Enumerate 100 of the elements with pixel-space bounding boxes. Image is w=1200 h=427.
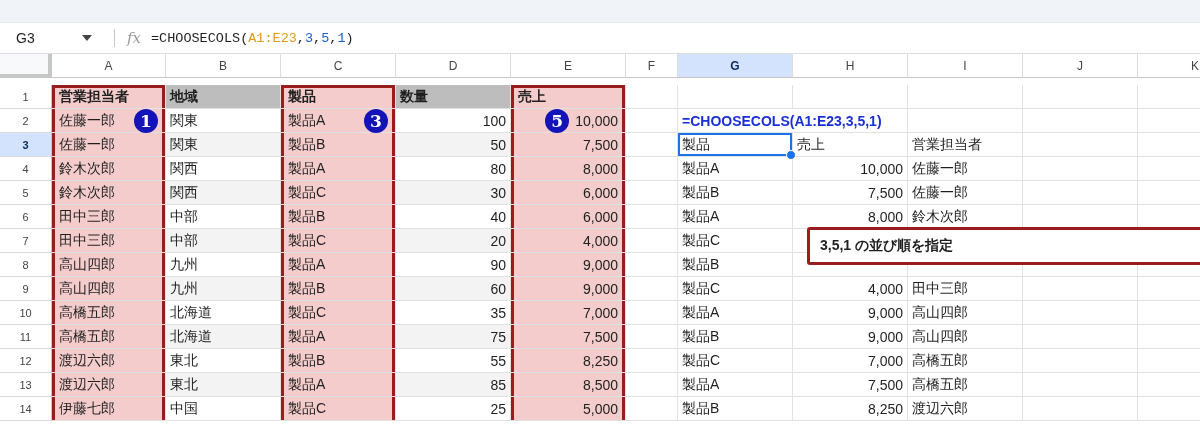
table-cell: 北海道 [166, 325, 281, 349]
table-cell: 製品 [281, 85, 396, 109]
table-cell: 高橋五郎 [52, 301, 166, 325]
table-cell: 中部 [166, 229, 281, 253]
table-cell: 高山四郎 [52, 253, 166, 277]
table-cell: 9,000 [793, 325, 908, 349]
table-cell: 9,000 [511, 277, 626, 301]
table-cell: 製品B [678, 397, 793, 421]
table-cell: 製品A [281, 157, 396, 181]
table-cell: 佐藤一郎 [52, 133, 166, 157]
table-cell: 製品B [281, 133, 396, 157]
table-cell: 85 [396, 373, 511, 397]
table-cell: 九州 [166, 277, 281, 301]
table-cell: 関東 [166, 133, 281, 157]
table-cell: 製品 [678, 133, 793, 157]
table-cell: 渡辺六郎 [52, 373, 166, 397]
table-cell: 佐藤一郎 [908, 157, 1023, 181]
table-cell: 製品B [678, 325, 793, 349]
column-header[interactable]: C [281, 54, 396, 78]
table-cell: 製品A 3 [281, 109, 396, 133]
table-cell: 製品A [281, 253, 396, 277]
table-cell: 4,000 [511, 229, 626, 253]
table-cell: 売上 [793, 133, 908, 157]
table-cell: 60 [396, 277, 511, 301]
callout-box: 3,5,1 の並び順を指定 [807, 227, 1200, 265]
table-cell: 9,000 [511, 253, 626, 277]
table-cell: 鈴木次郎 [52, 157, 166, 181]
table-cell: 8,250 [793, 397, 908, 421]
table-cell: 7,500 [511, 325, 626, 349]
table-cell: 製品A [678, 157, 793, 181]
table-cell: 東北 [166, 373, 281, 397]
column-header[interactable]: E [511, 54, 626, 78]
column-header[interactable]: B [166, 54, 281, 78]
table-cell: 伊藤七郎 [52, 397, 166, 421]
table-cell: 高山四郎 [52, 277, 166, 301]
table-cell: 製品C [678, 349, 793, 373]
table-cell: 7,500 [511, 133, 626, 157]
table-cell: 8,250 [511, 349, 626, 373]
table-cell: 鈴木次郎 [52, 181, 166, 205]
table-cell: 売上 [511, 85, 626, 109]
table-cell: 75 [396, 325, 511, 349]
column-header[interactable]: K [1138, 54, 1200, 78]
table-cell: 製品B [281, 349, 396, 373]
table-cell: 6,000 [511, 205, 626, 229]
name-box[interactable]: G3 [0, 30, 100, 46]
fill-handle[interactable] [786, 150, 796, 160]
table-cell: 高橋五郎 [52, 325, 166, 349]
table-cell: 製品A [678, 373, 793, 397]
table-cell: 7,500 [793, 373, 908, 397]
table-cell: 製品A [281, 373, 396, 397]
table-cell: 製品C [678, 277, 793, 301]
table-cell: 営業担当者 [52, 85, 166, 109]
table-cell: 高橋五郎 [908, 349, 1023, 373]
table-cell: 製品A [678, 301, 793, 325]
table-cell: 7,000 [793, 349, 908, 373]
table-cell: 製品C [281, 181, 396, 205]
table-cell: 製品C [281, 397, 396, 421]
column-header[interactable]: G [678, 54, 793, 78]
table-cell: 製品A [678, 205, 793, 229]
table-cell: 4,000 [793, 277, 908, 301]
table-cell: 7,500 [793, 181, 908, 205]
table-cell: 関西 [166, 181, 281, 205]
table-cell: 営業担当者 [908, 133, 1023, 157]
table-cell: 渡辺六郎 [908, 397, 1023, 421]
column-header[interactable]: H [793, 54, 908, 78]
table-cell: 10,000 [793, 157, 908, 181]
table-cell: 7,000 [511, 301, 626, 325]
table-cell: 製品C [281, 301, 396, 325]
table-cell: 高山四郎 [908, 301, 1023, 325]
table-cell: 佐藤一郎 [908, 181, 1023, 205]
table-cell: 製品C [281, 229, 396, 253]
row-header[interactable]: 3 [0, 133, 52, 157]
table-cell: 5 10,000 [511, 109, 626, 133]
caret-icon [82, 35, 92, 41]
formula-text: =CHOOSECOLS(A1:E23,3,5,1) [682, 112, 882, 129]
number-badge: 3 [364, 108, 388, 133]
table-cell: 製品B [678, 181, 793, 205]
number-badge: 5 [545, 108, 570, 133]
table-cell: 高橋五郎 [908, 373, 1023, 397]
column-header[interactable]: A [52, 54, 166, 78]
formula-input[interactable]: =CHOOSECOLS(A1:E23,3,5,1) [151, 30, 354, 46]
table-cell: 田中三郎 [52, 229, 166, 253]
table-cell: 50 [396, 133, 511, 157]
table-cell: 地域 [166, 85, 281, 109]
table-cell: 9,000 [793, 301, 908, 325]
table-cell: 8,000 [511, 157, 626, 181]
table-cell: 製品B [281, 277, 396, 301]
table-cell: 5,000 [511, 397, 626, 421]
table-cell: 田中三郎 [52, 205, 166, 229]
table-cell: 製品B [281, 205, 396, 229]
table-cell: 6,000 [511, 181, 626, 205]
table-cell: 数量 [396, 85, 511, 109]
table-cell: 高山四郎 [908, 325, 1023, 349]
table-cell: 製品C [678, 229, 793, 253]
table-cell: 製品A [281, 325, 396, 349]
column-header[interactable]: J [1023, 54, 1138, 78]
column-header[interactable]: I [908, 54, 1023, 78]
fx-label: fx [127, 29, 141, 47]
table-cell: 渡辺六郎 [52, 349, 166, 373]
column-header[interactable]: D [396, 54, 511, 78]
